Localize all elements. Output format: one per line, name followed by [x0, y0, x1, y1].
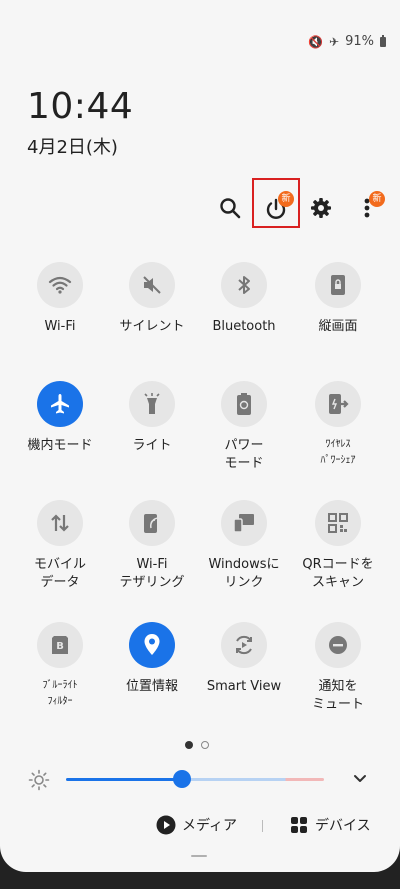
menu-new-badge: 新 — [369, 191, 385, 207]
tile-silent[interactable]: サイレント — [106, 262, 198, 336]
settings-button[interactable] — [305, 192, 337, 224]
blue-light-filter-icon: B — [37, 622, 83, 668]
link-to-windows-icon — [221, 500, 267, 546]
qr-code-icon — [315, 500, 361, 546]
location-icon — [129, 622, 175, 668]
tile-wifi-hotspot[interactable]: Wi-Fi テザリング — [106, 500, 198, 592]
tile-link-to-windows[interactable]: Windowsに リンク — [198, 500, 290, 592]
brightness-slider[interactable] — [66, 778, 324, 781]
battery-icon — [380, 34, 386, 47]
drag-handle[interactable] — [191, 855, 207, 857]
page-indicator — [185, 741, 209, 749]
search-icon — [220, 198, 241, 219]
tile-label: Smart View — [206, 679, 282, 694]
mute-notifications-icon — [315, 622, 361, 668]
chevron-down-icon[interactable] — [352, 771, 368, 791]
tile-label: モバイル データ — [33, 557, 86, 590]
tile-flashlight[interactable]: ライト — [106, 381, 198, 455]
brightness-slider-thumb[interactable] — [173, 770, 192, 788]
tile-label: Bluetooth — [212, 319, 276, 334]
airplane-icon — [37, 381, 83, 427]
tile-smart-view[interactable]: Smart View — [198, 622, 290, 696]
flashlight-icon — [129, 381, 175, 427]
mobile-data-icon — [37, 500, 83, 546]
tile-label: ﾌﾞﾙｰﾗｲﾄ ﾌｨﾙﾀｰ — [42, 680, 78, 707]
footer-divider — [262, 820, 263, 832]
media-button[interactable]: メディア — [156, 815, 237, 835]
portrait-lock-icon — [315, 262, 361, 308]
wireless-powershare-icon — [315, 381, 361, 427]
tile-portrait[interactable]: 縦画面 — [292, 262, 384, 336]
bluetooth-icon — [221, 262, 267, 308]
search-button[interactable] — [214, 192, 246, 224]
tile-label: 機内モード — [27, 438, 93, 453]
tile-blue-light-filter[interactable]: B ﾌﾞﾙｰﾗｲﾄ ﾌｨﾙﾀｰ — [14, 622, 106, 710]
tile-label: 通知を ミュート — [311, 679, 364, 712]
tile-wifi[interactable]: Wi-Fi — [14, 262, 106, 336]
smart-view-icon — [221, 622, 267, 668]
svg-text:B: B — [56, 641, 64, 652]
tile-label: ﾜｲﾔﾚｽ ﾊﾟﾜｰｼｪｱ — [320, 439, 356, 466]
status-bar: 🔇 ✈ 91% — [308, 34, 386, 49]
clock-time: 10:44 — [27, 86, 134, 127]
tile-label: ライト — [132, 438, 172, 453]
quick-panel: 🔇 ✈ 91% 10:44 4月2日(木) 新 新 Wi-Fi サイレント Bl… — [0, 0, 400, 872]
page-dot[interactable] — [201, 741, 209, 749]
power-mode-icon — [221, 381, 267, 427]
tile-wireless-powershare[interactable]: ﾜｲﾔﾚｽ ﾊﾟﾜｰｼｪｱ — [292, 381, 384, 469]
tile-label: 位置情報 — [125, 679, 178, 694]
clock-date: 4月2日(木) — [27, 137, 118, 158]
mute-status-icon: 🔇 — [308, 34, 324, 49]
tile-label: サイレント — [119, 319, 185, 334]
power-new-badge: 新 — [278, 191, 294, 207]
wifi-icon — [37, 262, 83, 308]
tile-power-mode[interactable]: パワー モード — [198, 381, 290, 473]
tile-mobile-data[interactable]: モバイル データ — [14, 500, 106, 592]
battery-percent: 91% — [345, 34, 374, 49]
brightness-sun-icon — [28, 769, 50, 795]
gear-icon — [311, 198, 331, 218]
airplane-status-icon: ✈ — [329, 34, 340, 49]
hotspot-icon — [129, 500, 175, 546]
tile-airplane-mode[interactable]: 機内モード — [14, 381, 106, 455]
tile-label: 縦画面 — [318, 319, 358, 334]
tile-mute-notifications[interactable]: 通知を ミュート — [292, 622, 384, 714]
devices-label: デバイス — [315, 818, 371, 834]
mute-icon — [129, 262, 175, 308]
media-label: メディア — [182, 818, 238, 834]
tile-location[interactable]: 位置情報 — [106, 622, 198, 696]
devices-grid-icon — [291, 817, 307, 833]
tile-label: パワー モード — [224, 438, 264, 471]
devices-button[interactable]: デバイス — [289, 815, 371, 835]
tile-bluetooth[interactable]: Bluetooth — [198, 262, 290, 336]
tile-label: Windowsに リンク — [208, 557, 280, 590]
play-circle-icon — [156, 815, 176, 835]
tile-qr-scan[interactable]: QRコードを スキャン — [292, 500, 384, 592]
tile-label: Wi-Fi テザリング — [119, 557, 185, 590]
tile-label: QRコードを スキャン — [302, 557, 374, 590]
page-dot-active[interactable] — [185, 741, 193, 749]
tile-label: Wi-Fi — [44, 319, 76, 334]
